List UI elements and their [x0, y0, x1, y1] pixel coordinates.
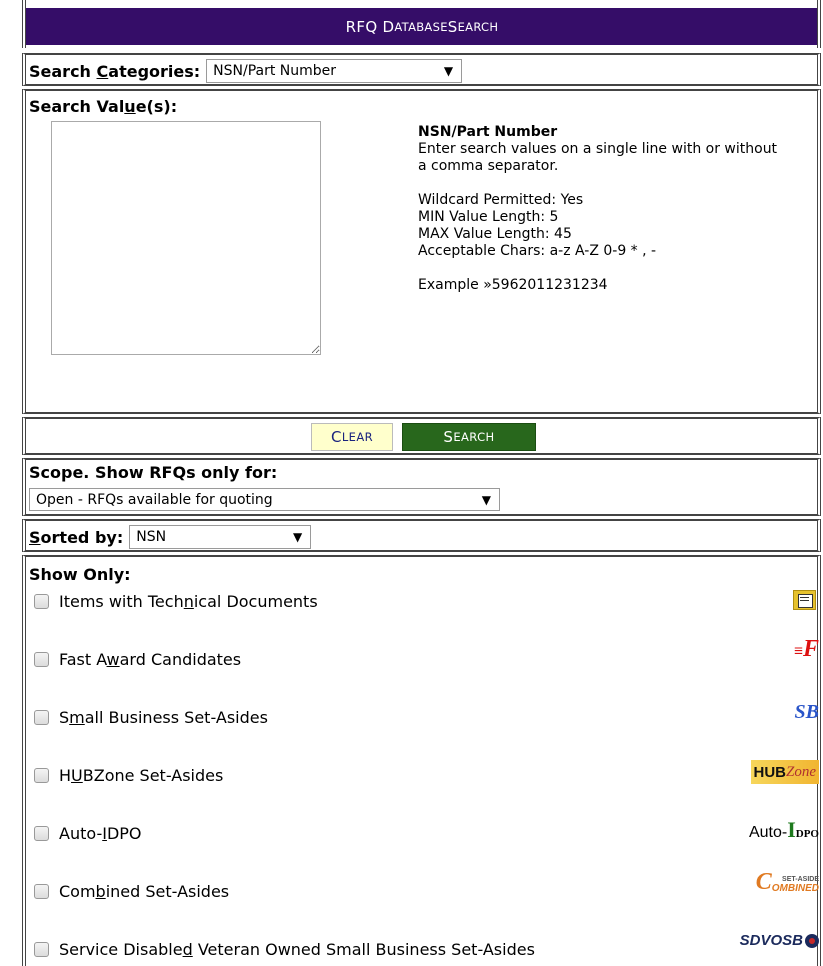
filter-combined-set-asides[interactable]: Combined Set-Asides [34, 882, 229, 901]
dropdown-arrow-icon: ▼ [443, 64, 454, 78]
sort-select[interactable]: NSN ▼ [129, 525, 312, 549]
categories-label: Search Categories: [29, 61, 201, 81]
scope-label: Scope. Show RFQs only for: [29, 463, 278, 482]
checkbox[interactable] [34, 652, 49, 667]
scope-section: Scope. Show RFQs only for: Open - RFQs a… [22, 458, 821, 516]
clear-button[interactable]: C LEAR [311, 423, 393, 451]
filter-hubzone[interactable]: HUBZone Set-Asides [34, 766, 223, 785]
sort-label: Sorted by: [29, 527, 124, 547]
search-values-section: Search Value(s): NSN/Part Number Enter s… [22, 89, 821, 414]
sdvosb-icon: SDVOSB [740, 932, 819, 949]
button-row: C LEAR S EARCH [22, 417, 821, 455]
filter-technical-documents[interactable]: Items with Technical Documents [34, 592, 318, 611]
checkbox[interactable] [34, 710, 49, 725]
title-frame [22, 0, 821, 48]
fast-award-icon: ≡F [793, 636, 819, 662]
scope-select[interactable]: Open - RFQs available for quoting ▼ [29, 488, 500, 511]
technical-documents-icon [793, 590, 816, 610]
dropdown-arrow-icon: ▼ [292, 530, 303, 544]
search-values-label: Search Value(s): [29, 97, 178, 116]
checkbox[interactable] [34, 594, 49, 609]
checkbox[interactable] [34, 942, 49, 957]
small-business-icon: SB [794, 701, 819, 723]
checkbox[interactable] [34, 884, 49, 899]
filter-sdvosb[interactable]: Service Disabled Veteran Owned Small Bus… [34, 940, 535, 959]
checkbox[interactable] [34, 826, 49, 841]
search-help: NSN/Part Number Enter search values on a… [418, 124, 778, 293]
filter-fast-award[interactable]: Fast Award Candidates [34, 650, 241, 669]
search-button[interactable]: S EARCH [402, 423, 536, 451]
hubzone-icon: HUB Zone [750, 760, 819, 784]
categories-row: Search Categories: NSN/Part Number ▼ [22, 53, 821, 86]
combined-set-aside-icon: C SET-ASIDE OMBINED [755, 869, 819, 895]
categories-select[interactable]: NSN/Part Number ▼ [206, 59, 463, 83]
filter-small-business[interactable]: Small Business Set-Asides [34, 708, 268, 727]
sdvosb-seal-icon [805, 933, 819, 948]
checkbox[interactable] [34, 768, 49, 783]
show-only-label: Show Only: [29, 565, 131, 584]
search-values-input[interactable] [51, 121, 321, 355]
auto-idpo-icon: Auto-IDPO [748, 817, 819, 842]
show-only-section: Show Only: [22, 555, 821, 966]
filter-auto-idpo[interactable]: Auto-IDPO [34, 824, 142, 843]
sort-row: Sorted by: NSN ▼ [22, 519, 821, 552]
dropdown-arrow-icon: ▼ [481, 492, 491, 507]
